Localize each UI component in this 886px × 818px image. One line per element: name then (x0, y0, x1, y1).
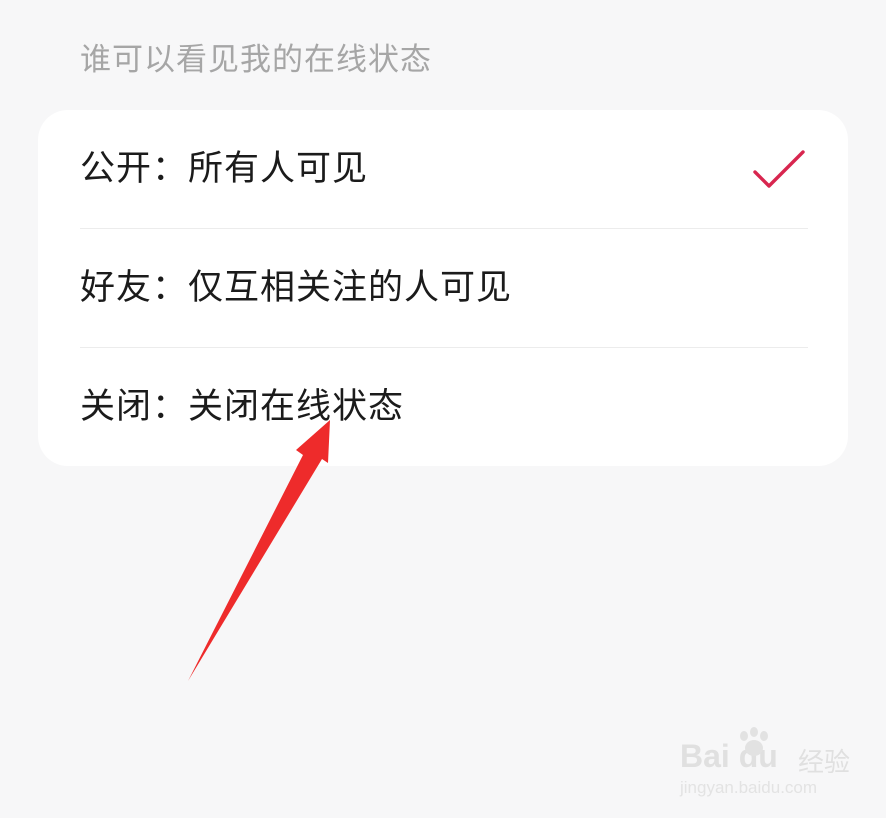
option-friends[interactable]: 好友：仅互相关注的人可见 (38, 229, 848, 347)
option-public[interactable]: 公开：所有人可见 (38, 110, 848, 228)
checkmark-icon (753, 150, 805, 188)
visibility-options-card: 公开：所有人可见 好友：仅互相关注的人可见 关闭：关闭在线状态 (38, 110, 848, 466)
option-off-label: 关闭：关闭在线状态 (80, 387, 405, 427)
option-friends-label: 好友：仅互相关注的人可见 (80, 268, 513, 308)
baidu-jingyan-watermark: Bai du 经验 jingyan.baidu.com (680, 727, 870, 808)
paw-icon (740, 727, 768, 756)
section-title: 谁可以看见我的在线状态 (80, 42, 432, 78)
option-off[interactable]: 关闭：关闭在线状态 (38, 348, 848, 466)
watermark-product: 经验 (798, 748, 851, 778)
option-public-label: 公开：所有人可见 (80, 149, 369, 189)
watermark-url: jingyan.baidu.com (680, 778, 818, 797)
